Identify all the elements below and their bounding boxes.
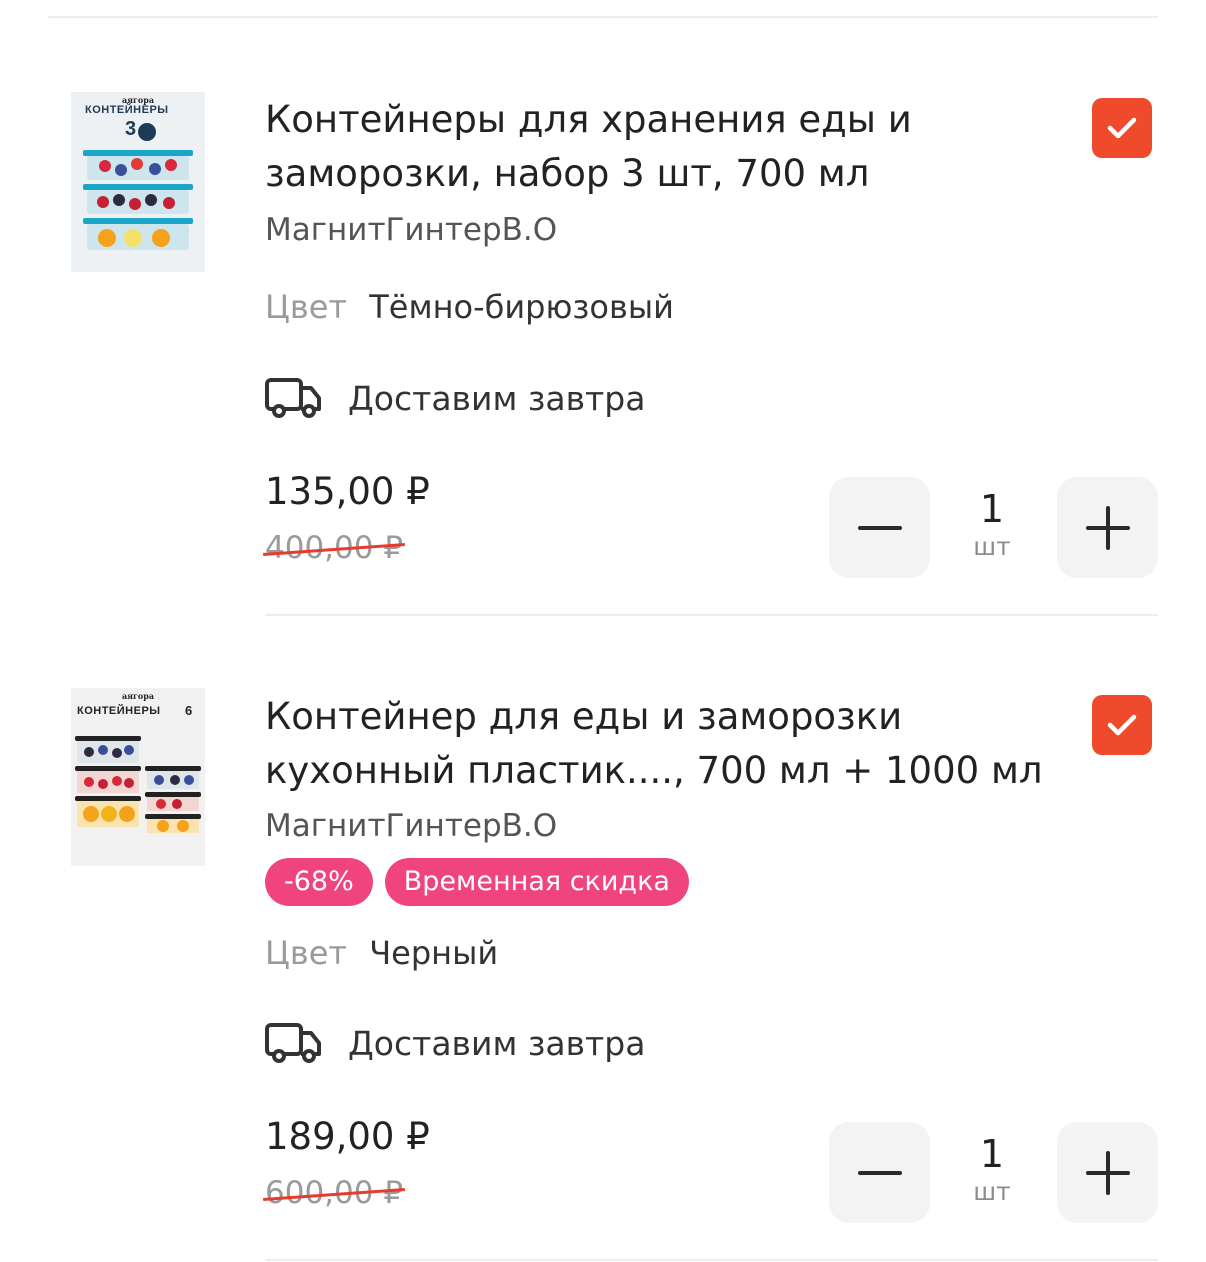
select-checkbox[interactable] [1092,695,1152,755]
plus-icon [1085,505,1130,550]
minus-icon [857,525,902,530]
current-price: 135,00 ₽ [265,470,430,513]
item-divider [265,614,1158,616]
truck-icon [265,378,321,418]
checkmark-icon [1107,714,1137,736]
color-label: Цвет [265,288,348,326]
color-value: Черный [369,934,499,972]
quantity-display: 1 шт [942,1132,1042,1208]
truck-icon [265,1023,321,1063]
seller-name[interactable]: МагнитГинтерВ.О [265,808,557,844]
select-checkbox[interactable] [1092,98,1152,158]
quantity-unit: шт [973,1177,1011,1206]
badge-row: -68% Временная скидка [265,858,689,906]
decrease-quantity-button[interactable] [829,1122,930,1223]
temporary-discount-badge: Временная скидка [384,858,689,906]
minus-icon [857,1170,902,1175]
product-title[interactable]: Контейнер для еды и заморозки кухонный п… [265,690,1075,798]
product-image[interactable]: аягора КОНТЕЙНЕРЫ 6 [71,688,205,866]
product-image[interactable]: аягора КОНТЕЙНЕРЫ 3 [71,92,205,272]
seller-name[interactable]: МагнитГинтерВ.О [265,212,557,248]
containers-illustration [83,123,193,250]
delivery-info: Доставим завтра [265,377,645,419]
containers-illustration [75,736,201,833]
quantity-value: 1 [979,1132,1005,1176]
plus-icon [1085,1150,1130,1195]
old-price: 400,00 ₽ [263,530,405,566]
color-label: Цвет [265,934,348,972]
checkmark-icon [1107,117,1137,139]
current-price: 189,00 ₽ [265,1115,430,1158]
quantity-display: 1 шт [942,487,1042,563]
increase-quantity-button[interactable] [1057,1122,1158,1223]
decrease-quantity-button[interactable] [829,477,930,578]
quantity-unit: шт [973,532,1011,561]
delivery-text: Доставим завтра [348,1023,646,1063]
top-divider [48,16,1158,18]
delivery-info: Доставим завтра [265,1022,645,1064]
delivery-text: Доставим завтра [348,378,646,418]
quantity-value: 1 [979,487,1005,531]
item-divider [265,1259,1158,1261]
old-price: 600,00 ₽ [263,1175,405,1211]
product-title[interactable]: Контейнеры для хранения еды и заморозки,… [265,93,1075,201]
discount-badge: -68% [265,858,373,906]
color-row: Цвет Черный [265,934,498,972]
increase-quantity-button[interactable] [1057,477,1158,578]
color-row: Цвет Тёмно-бирюзовый [265,288,674,326]
color-value: Тёмно-бирюзовый [369,288,674,326]
